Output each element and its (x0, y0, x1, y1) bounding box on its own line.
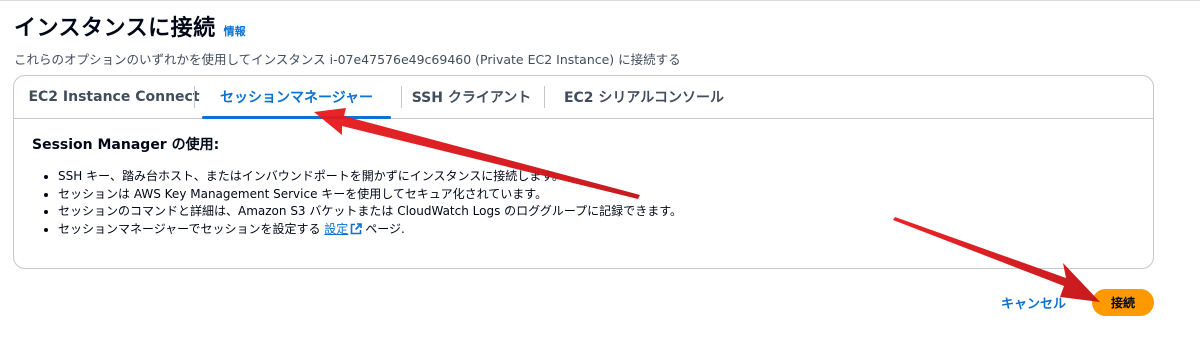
session-manager-content: Session Manager の使用: SSH キー、踏み台ホスト、またはイン… (32, 134, 1135, 240)
tab-bar: EC2 Instance Connect セッションマネージャー SSH クライ… (14, 76, 1153, 119)
title-row: インスタンスに接続 情報 (14, 10, 681, 42)
list-item: SSH キー、踏み台ホスト、またはインバウンドポートを開かずにインスタンスに接続… (58, 168, 1135, 186)
tab-session-manager[interactable]: セッションマネージャー (202, 76, 391, 119)
page-header: インスタンスに接続 情報 これらのオプションのいずれかを使用してインスタンス i… (14, 10, 681, 68)
tab-separator (401, 86, 402, 108)
page-subtitle: これらのオプションのいずれかを使用してインスタンス i-07e47576e49c… (14, 52, 681, 67)
settings-text-prefix: セッションマネージャーでセッションを設定する (58, 221, 321, 236)
external-link-icon[interactable] (350, 222, 363, 241)
top-divider (0, 0, 1200, 1)
list-item: セッションのコマンドと詳細は、Amazon S3 バケットまたは CloudWa… (58, 203, 1135, 221)
settings-text-suffix: ページ. (365, 221, 405, 236)
tab-separator (544, 86, 545, 108)
tab-ec2-instance-connect[interactable]: EC2 Instance Connect (28, 76, 199, 118)
connect-button[interactable]: 接続 (1092, 289, 1154, 316)
tab-ec2-serial-console[interactable]: EC2 シリアルコンソール (554, 76, 734, 118)
list-item: セッションマネージャーでセッションを設定する 設定 ページ. (58, 221, 1135, 241)
page-title: インスタンスに接続 (14, 16, 216, 41)
cancel-button[interactable]: キャンセル (1001, 293, 1066, 312)
settings-link[interactable]: 設定 (324, 222, 348, 236)
tab-ssh-client[interactable]: SSH クライアント (409, 76, 534, 118)
connect-options-panel: EC2 Instance Connect セッションマネージャー SSH クライ… (13, 75, 1154, 269)
feature-list: SSH キー、踏み台ホスト、またはインバウンドポートを開かずにインスタンスに接続… (32, 168, 1135, 240)
content-heading: Session Manager の使用: (32, 137, 220, 153)
info-link[interactable]: 情報 (224, 23, 246, 39)
tab-separator (194, 86, 195, 108)
list-item: セッションは AWS Key Management Service キーを使用し… (58, 186, 1135, 204)
footer-actions: キャンセル 接続 (1001, 289, 1154, 316)
